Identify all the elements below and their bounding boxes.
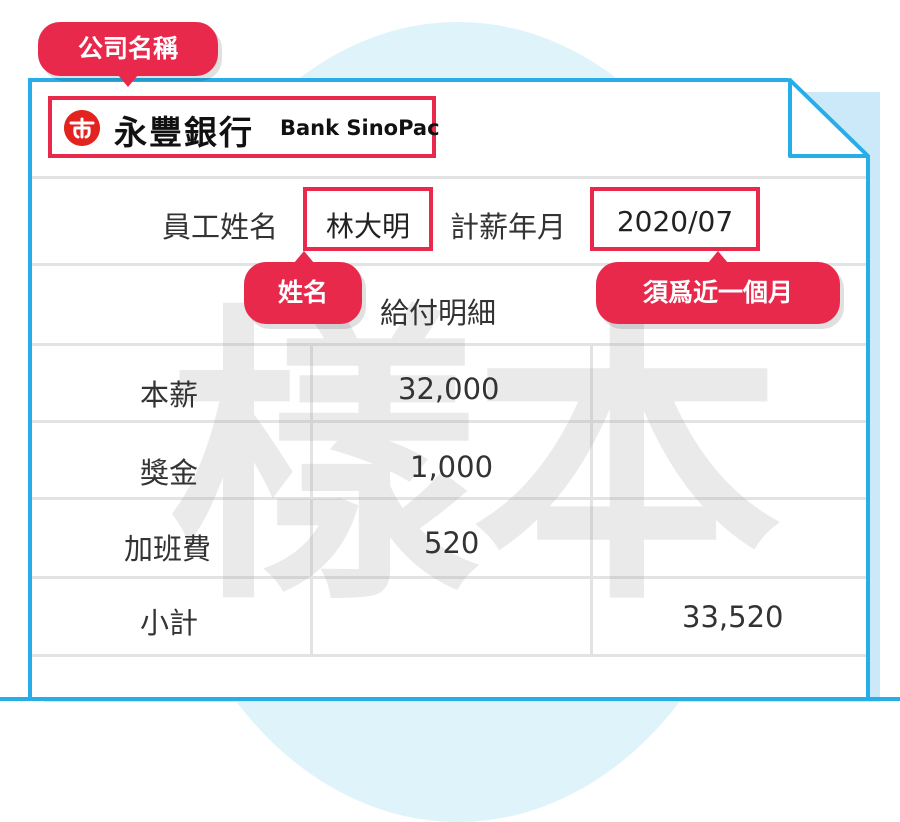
row-label-bonus: 獎金 [140, 456, 199, 490]
callout-pointer [118, 75, 138, 87]
bank-sinopac-logo-icon [64, 110, 100, 146]
row-label-subtotal: 小計 [140, 606, 199, 640]
row-value-overtime: 520 [424, 526, 480, 560]
row-value-subtotal: 33,520 [682, 600, 784, 634]
pay-month-value: 2020/07 [616, 205, 734, 238]
employee-name-highlight: 林大明 [303, 187, 433, 251]
callout-recent-month: 須爲近一個月 [596, 262, 840, 324]
bank-name-english: Bank SinoPac [280, 116, 440, 140]
bank-name-chinese: 永豐銀行 [114, 113, 254, 152]
employee-name-label: 員工姓名 [162, 210, 279, 244]
row-value-base-salary: 32,000 [398, 372, 500, 406]
bottom-baseline [0, 697, 900, 701]
callout-company-name: 公司名稱 [38, 22, 218, 76]
pay-month-highlight: 2020/07 [590, 187, 760, 251]
callout-name: 姓名 [244, 262, 362, 324]
grid-line [32, 176, 866, 179]
employee-name-value: 林大明 [325, 210, 410, 243]
page-fold-corner [788, 78, 870, 158]
row-label-base-salary: 本薪 [140, 378, 199, 412]
company-logo-highlight: 永豐銀行 Bank SinoPac [48, 96, 440, 158]
section-title: 給付明細 [380, 296, 497, 330]
row-label-overtime: 加班費 [124, 532, 212, 566]
pay-month-label: 計薪年月 [450, 210, 567, 244]
row-value-bonus: 1,000 [410, 450, 494, 484]
